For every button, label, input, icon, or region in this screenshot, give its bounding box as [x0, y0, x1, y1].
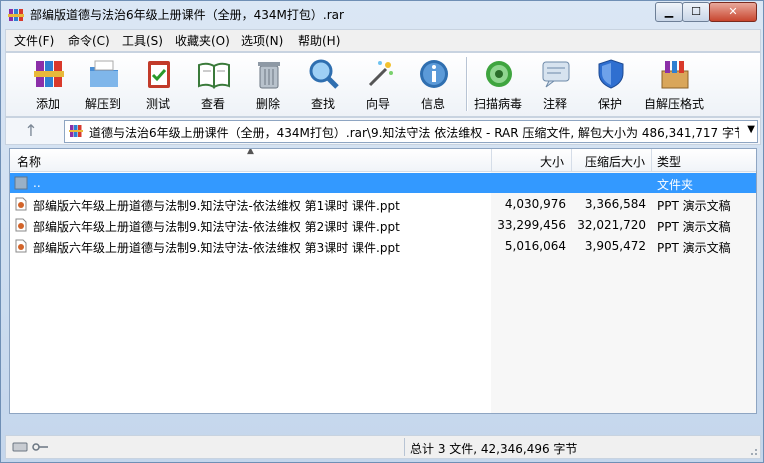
list-header: 名称 ▲ 大小 压缩后大小 类型 — [10, 149, 756, 172]
maximize-button[interactable]: ☐ — [682, 2, 710, 22]
sfx-box-icon — [661, 61, 689, 89]
menu-favorites[interactable]: 收藏夹(O) — [175, 32, 230, 49]
winrar-window: 部编版道德与法治6年级上册课件（全册，434M打包）.rar ▁ ☐ ✕ 文件(… — [0, 0, 764, 463]
protect-button[interactable]: 保护 — [582, 55, 638, 113]
column-divider — [491, 149, 492, 171]
up-arrow-icon[interactable]: ↑ — [22, 122, 40, 140]
delete-button[interactable]: 删除 — [240, 55, 296, 113]
view-label: 查看 — [200, 97, 225, 111]
wizard-button[interactable]: 向导 — [350, 55, 406, 113]
extract-folder-icon — [90, 60, 118, 87]
info-label: 信息 — [420, 97, 445, 111]
menu-file[interactable]: 文件(F) — [14, 32, 54, 49]
file-type: 文件夹 — [657, 178, 694, 192]
delete-label: 删除 — [255, 97, 280, 111]
column-size[interactable]: 大小 — [540, 153, 564, 170]
file-size: 4,030,976 — [504, 197, 566, 211]
status-bar: 总计 3 文件, 42,346,496 字节 — [5, 435, 761, 459]
add-label: 添加 — [35, 97, 60, 111]
resize-grip-icon[interactable] — [748, 446, 758, 456]
virus-scan-icon — [486, 61, 512, 87]
file-name: 部编版六年级上册道德与法制9.知法守法-依法维权 第3课时 课件.ppt — [33, 241, 400, 255]
test-clipboard-icon — [148, 61, 170, 88]
column-name[interactable]: 名称 — [17, 153, 41, 170]
test-label: 测试 — [145, 97, 170, 111]
view-book-icon — [198, 62, 230, 89]
wizard-wand-icon — [368, 61, 393, 87]
find-button[interactable]: 查找 — [295, 55, 351, 113]
close-button[interactable]: ✕ — [709, 2, 757, 22]
menu-bar: 文件(F) 命令(C) 工具(S) 收藏夹(O) 选项(N) 帮助(H) — [5, 29, 761, 52]
address-path: 道德与法治6年级上册课件（全册，434M打包）.rar\9.知法守法 依法维权 … — [89, 126, 739, 140]
title-bar[interactable]: 部编版道德与法治6年级上册课件（全册，434M打包）.rar ▁ ☐ ✕ — [1, 1, 763, 27]
wizard-label: 向导 — [365, 97, 390, 111]
ppt-file-icon — [15, 218, 27, 232]
extract-to-button[interactable]: 解压到 — [75, 55, 131, 113]
toolbar: 添加 解压到 测试 查看 删除 查找 向导 信息 扫描病毒 注释 保护 自解压格… — [5, 52, 761, 117]
protect-label: 保护 — [597, 97, 622, 111]
menu-commands[interactable]: 命令(C) — [68, 32, 110, 49]
file-name: .. — [33, 176, 41, 190]
address-field[interactable]: 道德与法治6年级上册课件（全册，434M打包）.rar\9.知法守法 依法维权 … — [64, 120, 758, 143]
address-bar: ↑ 道德与法治6年级上册课件（全册，434M打包）.rar\9.知法守法 依法维… — [5, 117, 761, 145]
info-icon — [420, 60, 448, 88]
info-button[interactable]: 信息 — [405, 55, 461, 113]
sfx-label: 自解压格式 — [643, 97, 704, 111]
file-list: 名称 ▲ 大小 压缩后大小 类型 .. 文件夹 部编版六年级上册道德与法制9.知… — [9, 148, 757, 414]
file-size: 33,299,456 — [497, 218, 566, 232]
comment-icon — [542, 61, 570, 88]
table-row[interactable]: 部编版六年级上册道德与法制9.知法守法-依法维权 第1课时 课件.ppt 4,0… — [10, 194, 756, 214]
column-divider — [651, 149, 652, 171]
minimize-button[interactable]: ▁ — [655, 2, 683, 22]
comment-label: 注释 — [542, 97, 567, 111]
scan-virus-button[interactable]: 扫描病毒 — [470, 55, 526, 113]
extract-to-label: 解压到 — [84, 97, 121, 111]
file-packed-size: 3,366,584 — [584, 197, 646, 211]
toolbar-separator — [466, 57, 468, 111]
menu-options[interactable]: 选项(N) — [241, 32, 283, 49]
view-button[interactable]: 查看 — [185, 55, 241, 113]
comment-button[interactable]: 注释 — [527, 55, 583, 113]
column-type[interactable]: 类型 — [657, 153, 681, 170]
window-title: 部编版道德与法治6年级上册课件（全册，434M打包）.rar — [30, 8, 344, 22]
parent-folder-icon — [14, 176, 28, 190]
file-packed-size: 3,905,472 — [584, 239, 646, 253]
rar-books-icon — [34, 61, 64, 87]
table-row[interactable]: .. 文件夹 — [10, 173, 756, 193]
sort-ascending-icon: ▲ — [247, 148, 254, 156]
trash-icon — [258, 62, 280, 89]
archive-icon — [69, 125, 83, 137]
column-packed[interactable]: 压缩后大小 — [585, 153, 645, 170]
file-type: PPT 演示文稿 — [657, 241, 731, 255]
menu-help[interactable]: 帮助(H) — [298, 32, 340, 49]
status-divider — [404, 438, 405, 456]
file-type: PPT 演示文稿 — [657, 199, 731, 213]
file-type: PPT 演示文稿 — [657, 220, 731, 234]
ppt-file-icon — [15, 239, 27, 253]
file-name: 部编版六年级上册道德与法制9.知法守法-依法维权 第1课时 课件.ppt — [33, 199, 400, 213]
add-button[interactable]: 添加 — [20, 55, 76, 113]
table-row[interactable]: 部编版六年级上册道德与法制9.知法守法-依法维权 第2课时 课件.ppt 33,… — [10, 215, 756, 235]
column-divider — [571, 149, 572, 171]
find-label: 查找 — [310, 97, 335, 111]
file-name: 部编版六年级上册道德与法制9.知法守法-依法维权 第2课时 课件.ppt — [33, 220, 400, 234]
table-row[interactable]: 部编版六年级上册道德与法制9.知法守法-依法维权 第3课时 课件.ppt 5,0… — [10, 236, 756, 256]
file-size: 5,016,064 — [504, 239, 566, 253]
dropdown-arrow-icon[interactable]: ▼ — [747, 124, 755, 135]
scan-virus-label: 扫描病毒 — [473, 97, 522, 111]
menu-tools[interactable]: 工具(S) — [122, 32, 163, 49]
winrar-app-icon — [8, 9, 24, 21]
test-button[interactable]: 测试 — [130, 55, 186, 113]
drive-key-icon — [12, 442, 48, 452]
sfx-button[interactable]: 自解压格式 — [636, 55, 712, 113]
status-total: 总计 3 文件, 42,346,496 字节 — [410, 442, 578, 456]
magnifier-icon — [309, 59, 339, 89]
file-packed-size: 32,021,720 — [577, 218, 646, 232]
shield-icon — [598, 59, 624, 89]
ppt-file-icon — [15, 197, 27, 211]
